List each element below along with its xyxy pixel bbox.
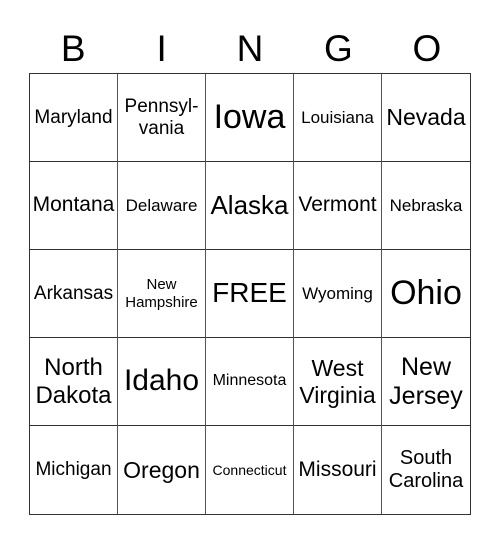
- cell-label: Pennsyl- vania: [124, 95, 199, 139]
- bingo-cell[interactable]: Delaware: [118, 162, 206, 250]
- bingo-cell[interactable]: Maryland: [30, 74, 118, 162]
- bingo-cell[interactable]: Michigan: [30, 426, 118, 514]
- bingo-cell[interactable]: South Carolina: [382, 426, 470, 514]
- cell-label: Wyoming: [302, 283, 373, 303]
- cell-label: Missouri: [298, 457, 377, 481]
- cell-label: Delaware: [125, 195, 198, 215]
- cell-label: Oregon: [123, 456, 200, 483]
- bingo-cell[interactable]: New Jersey: [382, 338, 470, 426]
- cell-label: Idaho: [123, 364, 200, 398]
- bingo-cell[interactable]: Iowa: [206, 74, 294, 162]
- cell-label: South Carolina: [388, 447, 464, 492]
- cell-label: Ohio: [390, 273, 462, 312]
- header-letter-i: I: [156, 28, 167, 69]
- cell-label: Vermont: [298, 193, 377, 217]
- cell-label: Louisiana: [301, 107, 374, 127]
- cell-label: Nebraska: [389, 195, 463, 215]
- cell-label: North Dakota: [35, 353, 112, 409]
- cell-label: New Hampshire: [125, 276, 198, 311]
- bingo-cell[interactable]: Louisiana: [294, 74, 382, 162]
- free-space-cell[interactable]: FREE: [206, 250, 294, 338]
- bingo-cell[interactable]: Alaska: [206, 162, 294, 250]
- bingo-cell[interactable]: Pennsyl- vania: [118, 74, 206, 162]
- bingo-cell[interactable]: Montana: [30, 162, 118, 250]
- cell-label: Arkansas: [33, 282, 114, 304]
- bingo-cell[interactable]: Connecticut: [206, 426, 294, 514]
- bingo-header: B I N G O: [29, 26, 471, 72]
- bingo-cell[interactable]: Arkansas: [30, 250, 118, 338]
- bingo-cell[interactable]: Minnesota: [206, 338, 294, 426]
- bingo-grid: Maryland Pennsyl- vania Iowa Louisiana Nevad…: [29, 73, 471, 515]
- header-letter-o: O: [412, 28, 442, 69]
- bingo-cell[interactable]: Ohio: [382, 250, 470, 338]
- cell-label: Alaska: [210, 189, 289, 220]
- cell-label: Montana: [32, 193, 115, 217]
- cell-label: Nevada: [386, 104, 466, 131]
- bingo-cell[interactable]: North Dakota: [30, 338, 118, 426]
- cell-label: Minnesota: [212, 372, 287, 390]
- cell-label: FREE: [212, 277, 287, 309]
- cell-label: Maryland: [34, 106, 113, 128]
- cell-label: New Jersey: [389, 352, 463, 410]
- header-letter-g: G: [324, 28, 353, 69]
- cell-label: Connecticut: [212, 461, 287, 478]
- bingo-cell[interactable]: Vermont: [294, 162, 382, 250]
- cell-label: Iowa: [213, 97, 286, 136]
- header-letter-b: B: [60, 28, 86, 69]
- bingo-cell[interactable]: New Hampshire: [118, 250, 206, 338]
- header-letter-n: N: [236, 28, 264, 69]
- bingo-cell[interactable]: Nevada: [382, 74, 470, 162]
- bingo-cell[interactable]: Nebraska: [382, 162, 470, 250]
- bingo-cell[interactable]: Oregon: [118, 426, 206, 514]
- bingo-cell[interactable]: Idaho: [118, 338, 206, 426]
- cell-label: Michigan: [35, 459, 112, 481]
- bingo-cell[interactable]: Wyoming: [294, 250, 382, 338]
- cell-label: West Virginia: [299, 355, 376, 408]
- bingo-cell[interactable]: Missouri: [294, 426, 382, 514]
- bingo-cell[interactable]: West Virginia: [294, 338, 382, 426]
